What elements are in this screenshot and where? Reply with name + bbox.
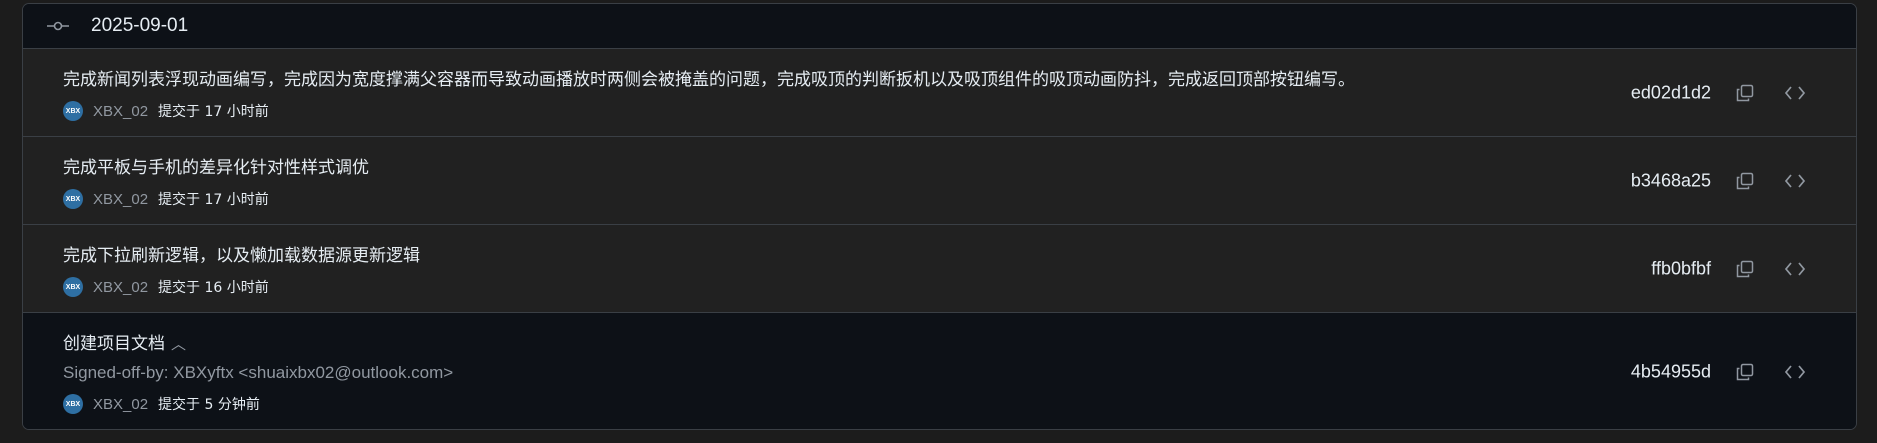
commit-message-link[interactable]: 完成下拉刷新逻辑，以及懒加载数据源更新逻辑 (63, 241, 420, 266)
author-link[interactable]: XBX_02 (93, 103, 148, 120)
commit-group-header: 2025-09-01 (23, 4, 1856, 49)
commit-time: 提交于 5 分钟前 (158, 397, 260, 413)
git-commit-icon (47, 19, 69, 33)
avatar[interactable]: XBX (63, 394, 83, 414)
copy-icon[interactable] (1731, 167, 1759, 195)
code-icon[interactable] (1781, 79, 1809, 107)
commit-sha-link[interactable]: ed02d1d2 (1631, 83, 1711, 104)
avatar[interactable]: XBX (63, 101, 83, 121)
commit-body: Signed-off-by: XBXyftx <shuaixbx02@outlo… (63, 363, 454, 382)
author-link[interactable]: XBX_02 (93, 279, 148, 296)
code-icon[interactable] (1781, 167, 1809, 195)
author-link[interactable]: XBX_02 (93, 191, 148, 208)
commit-sha-link[interactable]: b3468a25 (1631, 171, 1711, 192)
commit-message-link[interactable]: 完成平板与手机的差异化针对性样式调优 (63, 153, 369, 178)
commit-sha-link[interactable]: 4b54955d (1631, 362, 1711, 383)
commit-date: 2025-09-01 (91, 15, 189, 36)
commit-message-link: 创建项目文档 ︿ (63, 329, 453, 354)
avatar[interactable]: XBX (63, 189, 83, 209)
commit-time: 提交于 17 小时前 (158, 104, 269, 120)
copy-icon[interactable] (1731, 79, 1759, 107)
commit-row: 完成新闻列表浮现动画编写，完成因为宽度撑满父容器而导致动画播放时两侧会被掩盖的问… (23, 49, 1856, 137)
copy-icon[interactable] (1731, 255, 1759, 283)
chevron-up-icon[interactable]: ︿ (171, 335, 186, 353)
author-link[interactable]: XBX_02 (93, 396, 148, 413)
commit-row: 完成下拉刷新逻辑，以及懒加载数据源更新逻辑 XBX XBX_02 提交于 16 … (23, 225, 1856, 313)
commit-meta: XBX XBX_02 提交于 16 小时前 (63, 277, 420, 297)
copy-icon[interactable] (1731, 358, 1759, 386)
commit-meta: XBX XBX_02 提交于 17 小时前 (63, 101, 1355, 121)
commit-group: 2025-09-01 完成新闻列表浮现动画编写，完成因为宽度撑满父容器而导致动画… (22, 3, 1857, 430)
commit-time: 提交于 17 小时前 (158, 192, 269, 208)
commit-meta: XBX XBX_02 提交于 5 分钟前 (63, 394, 453, 414)
commit-meta: XBX XBX_02 提交于 17 小时前 (63, 189, 369, 209)
avatar[interactable]: XBX (63, 277, 83, 297)
commit-time: 提交于 16 小时前 (158, 280, 269, 296)
commit-message-text[interactable]: 创建项目文档 (63, 334, 165, 354)
code-icon[interactable] (1781, 255, 1809, 283)
commit-row: 完成平板与手机的差异化针对性样式调优 XBX XBX_02 提交于 17 小时前… (23, 137, 1856, 225)
commit-sha-link[interactable]: ffb0bfbf (1651, 259, 1711, 280)
commit-message-link[interactable]: 完成新闻列表浮现动画编写，完成因为宽度撑满父容器而导致动画播放时两侧会被掩盖的问… (63, 65, 1355, 90)
commit-row-expanded: 创建项目文档 ︿ Signed-off-by: XBXyftx <shuaixbx… (23, 313, 1856, 429)
code-icon[interactable] (1781, 358, 1809, 386)
